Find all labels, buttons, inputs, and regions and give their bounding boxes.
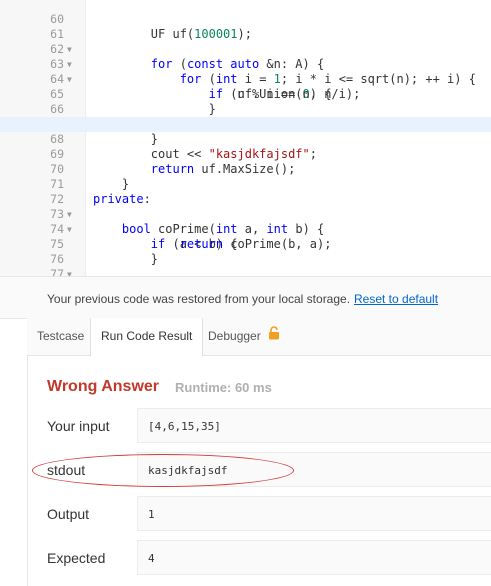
tab-debugger[interactable]: Debugger <box>198 318 290 355</box>
tab-label: Run Code Result <box>101 329 193 343</box>
output-label: Output <box>47 506 90 522</box>
code-line[interactable]: 67 } <box>0 102 491 146</box>
code-line[interactable]: 64 uf.Union(n, n/i); <box>0 57 491 101</box>
result-tab-bar: Testcase Run Code Result Debugger <box>27 318 491 356</box>
code-line[interactable]: 69 return uf.MaxSize(); <box>0 132 491 176</box>
code-line[interactable]: 71 private: <box>0 162 491 206</box>
code-line[interactable]: 72 ▼ bool coPrime(int a, int b) { <box>0 177 491 236</box>
code-line[interactable]: 76 ▼ while (b > 0) { <box>0 237 491 276</box>
tab-label: Testcase <box>37 329 85 343</box>
tab-testcase[interactable]: Testcase <box>27 318 94 355</box>
code-line[interactable]: 62 ▼ for (int i = 1; i * i <= sqrt(n); +… <box>0 27 491 86</box>
code-line-highlighted[interactable]: 68 cout << "kasjdkfajsdf"; <box>0 117 491 161</box>
input-value[interactable]: [4,6,15,35] <box>137 408 491 443</box>
tab-label: Debugger <box>208 329 261 343</box>
expected-value[interactable]: 4 <box>137 540 491 575</box>
code-line[interactable]: 61 ▼ for (const auto &n: A) { <box>0 12 491 71</box>
code-line[interactable]: 74 return coPrime(b, a); <box>0 207 491 251</box>
verdict-label: Wrong Answer <box>47 378 160 395</box>
code-line[interactable]: 60 UF uf(100001); <box>0 0 491 41</box>
runtime-label: Runtime: 60 ms <box>175 380 272 395</box>
code-line[interactable]: 75 } <box>0 222 491 266</box>
restore-notice-bar: Your previous code was restored from you… <box>0 276 491 319</box>
code-line[interactable]: 77 int t = a % b; <box>0 252 491 276</box>
stdout-annotation-circle <box>32 454 294 487</box>
code-line[interactable]: 78 a = b; <box>0 267 491 276</box>
code-line[interactable]: 63 ▼ if (n % i == 0) { <box>0 42 491 101</box>
code-line[interactable]: 65 } <box>0 72 491 116</box>
reset-to-default-link[interactable]: Reset to default <box>354 292 438 306</box>
input-label: Your input <box>47 418 110 434</box>
code-line[interactable]: 73 ▼ if (a < b) { <box>0 192 491 251</box>
tab-run-code-result[interactable]: Run Code Result <box>90 318 204 356</box>
code-line[interactable]: 70 } <box>0 147 491 191</box>
code-line[interactable]: 66 } <box>0 87 491 131</box>
restore-message: Your previous code was restored from you… <box>47 292 351 306</box>
expected-label: Expected <box>47 550 106 566</box>
lock-icon <box>268 318 280 355</box>
output-value[interactable]: 1 <box>137 496 491 531</box>
code-editor[interactable]: 60 UF uf(100001); 61 ▼ for (const auto &… <box>0 0 491 276</box>
